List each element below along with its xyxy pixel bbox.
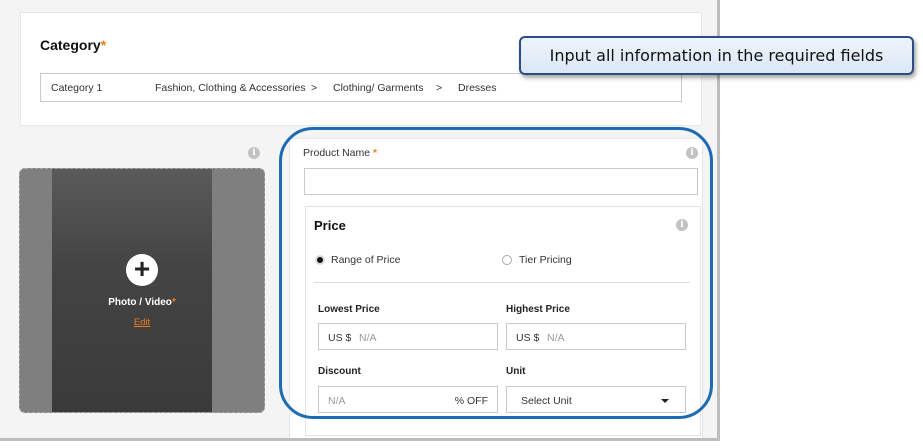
- category-crumb-1: Fashion, Clothing & Accessories: [155, 82, 306, 94]
- category-level: Category 1: [51, 82, 103, 94]
- photo-upload[interactable]: + Photo / Video* Edit: [19, 168, 265, 413]
- required-mark: *: [100, 37, 107, 53]
- category-selector[interactable]: Category 1 Fashion, Clothing & Accessori…: [40, 73, 682, 102]
- required-fields-highlight: [279, 127, 713, 419]
- category-crumb-3: Dresses: [458, 82, 497, 94]
- category-separator-2: >: [436, 82, 443, 94]
- add-photo-icon[interactable]: +: [126, 254, 158, 286]
- category-separator-1: >: [311, 82, 318, 94]
- photo-video-label: Photo / Video*: [108, 297, 176, 308]
- category-crumb-2: Clothing/ Garments: [333, 82, 424, 94]
- product-photo: [52, 169, 212, 412]
- category-title: Category*: [40, 37, 107, 53]
- instruction-callout: Input all information in the required fi…: [519, 36, 914, 75]
- photo-edit-link[interactable]: Edit: [20, 317, 264, 328]
- info-icon[interactable]: i: [248, 147, 260, 159]
